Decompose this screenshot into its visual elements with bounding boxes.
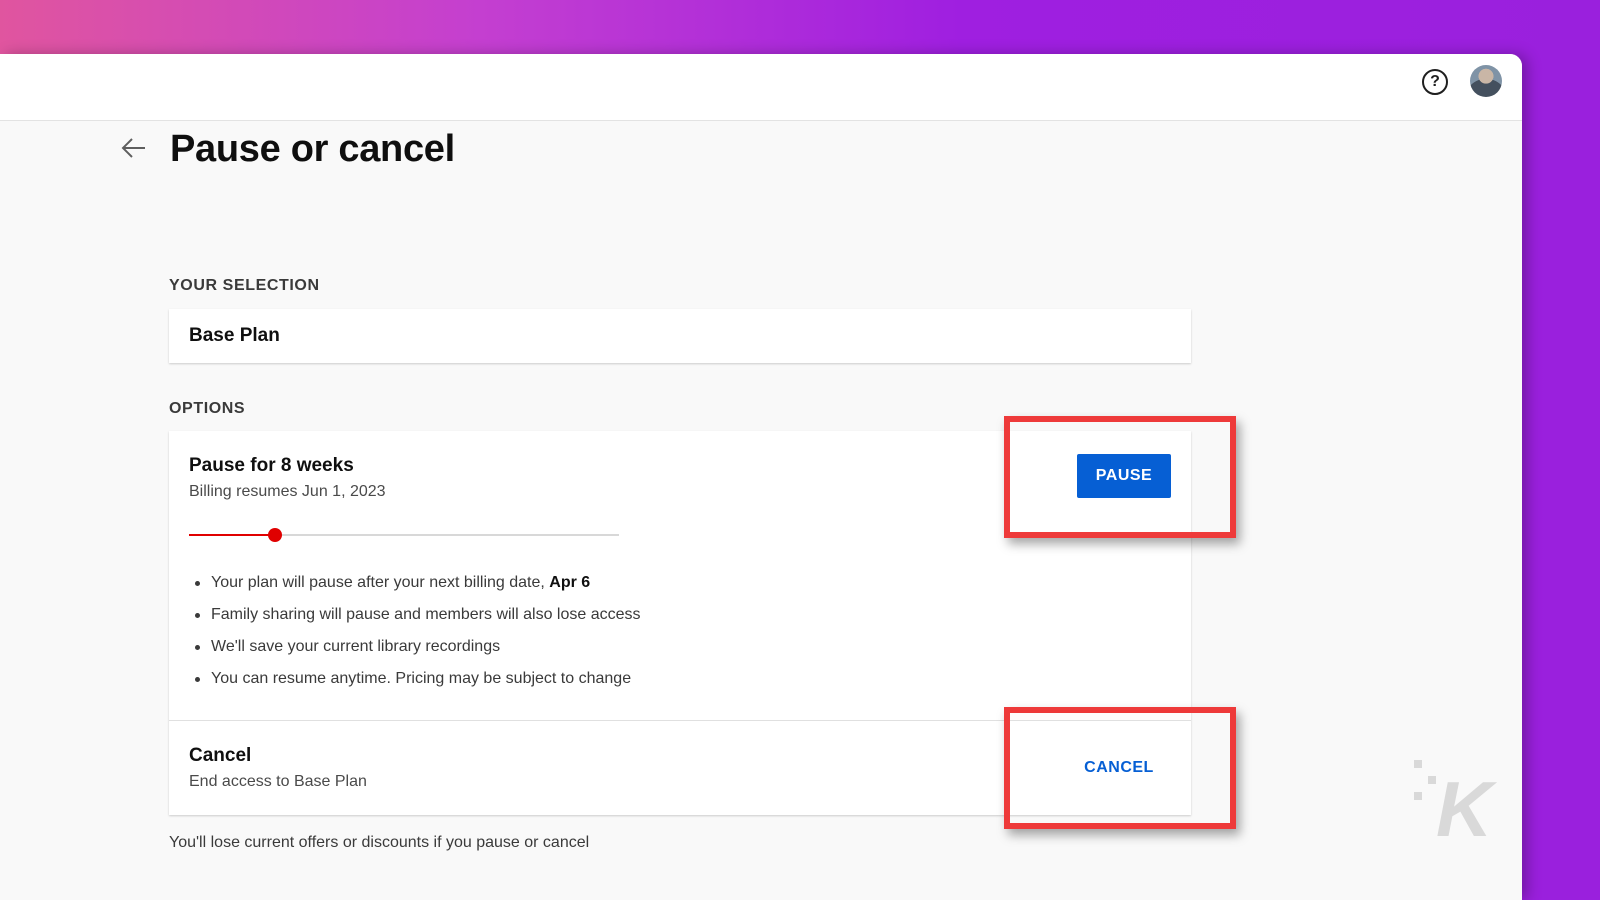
pause-duration-slider[interactable] — [189, 528, 619, 542]
cancel-option-title: Cancel — [189, 745, 252, 766]
avatar[interactable] — [1470, 65, 1502, 97]
list-item: You can resume anytime. Pricing may be s… — [195, 663, 641, 695]
pause-option-title: Pause for 8 weeks — [189, 455, 354, 476]
knowtechie-logo: K — [1414, 760, 1498, 842]
selected-plan: Base Plan — [169, 309, 1191, 363]
list-item: We'll save your current library recordin… — [195, 631, 641, 663]
selection-section-label: YOUR SELECTION — [169, 277, 320, 294]
slider-thumb[interactable] — [268, 528, 282, 542]
page-title: Pause or cancel — [170, 128, 455, 170]
help-icon[interactable]: ? — [1422, 69, 1448, 95]
arrow-left-icon[interactable] — [120, 136, 148, 160]
pause-details-list: Your plan will pause after your next bil… — [195, 567, 641, 695]
pause-option-subtitle: Billing resumes Jun 1, 2023 — [189, 483, 386, 500]
list-item: Family sharing will pause and members wi… — [195, 599, 641, 631]
svg-text:K: K — [1436, 765, 1498, 842]
cancel-option-subtitle: End access to Base Plan — [189, 773, 367, 790]
cancel-highlight-box — [1004, 707, 1236, 829]
footnote: You'll lose current offers or discounts … — [169, 834, 590, 851]
list-item: Your plan will pause after your next bil… — [195, 567, 641, 599]
pause-highlight-box — [1004, 416, 1236, 538]
top-bar: ? — [0, 54, 1522, 121]
options-section-label: OPTIONS — [169, 400, 246, 417]
slider-fill — [189, 534, 275, 536]
